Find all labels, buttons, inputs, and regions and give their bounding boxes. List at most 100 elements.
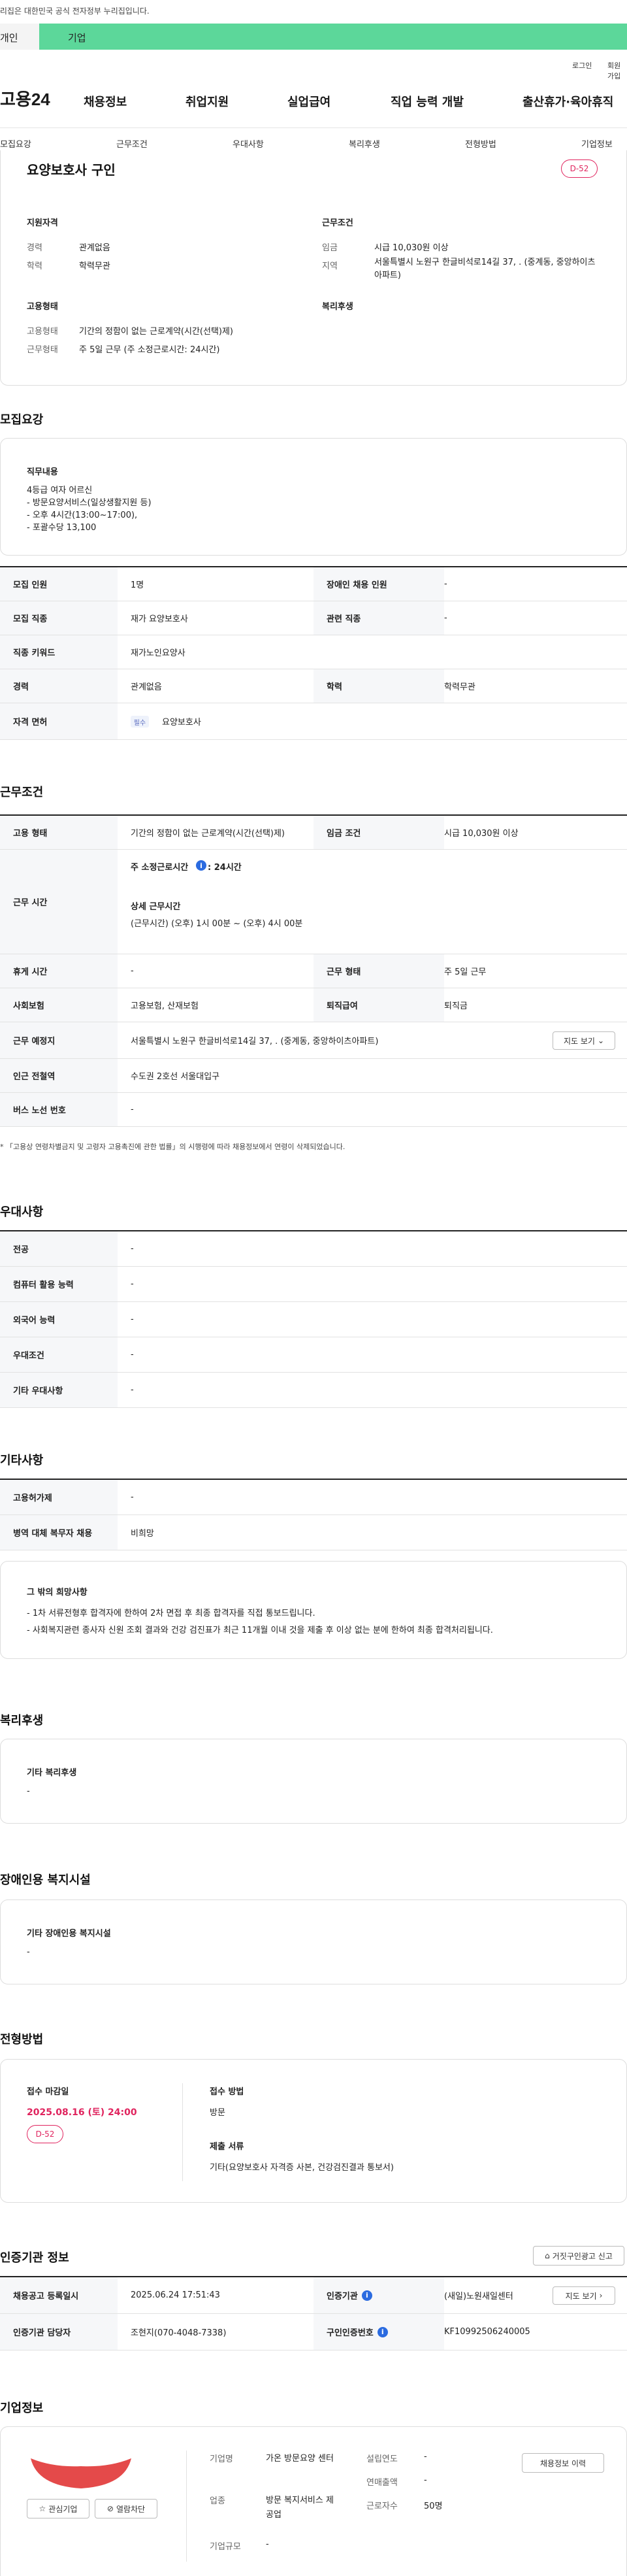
table-row: 경력 관계없음 학력 학력무관 — [0, 669, 627, 703]
gov-banner-text: 이 누리집은 대한민국 공식 전자정부 누리집입니다. — [0, 7, 150, 16]
row-value: 고용보험, 산재보험 — [131, 1001, 199, 1011]
row-label: 인증기관 담당자 — [0, 2314, 118, 2350]
row-label: 근무 형태 — [314, 954, 444, 988]
founded-label: 설립연도 — [366, 2454, 398, 2464]
tab-company[interactable]: 기업 — [39, 24, 627, 50]
worktype-value: 주 5일 근무 (주 소정근로시간: 24시간) — [79, 345, 220, 355]
row-value: - — [444, 613, 447, 623]
wish-line-2: - 사회복지관련 종사자 신원 조회 결과와 건강 검진표가 최근 11개월 이… — [27, 1626, 493, 1635]
row-value: 재가 요양보호사 — [131, 614, 188, 624]
work-heading: 근무조건 — [0, 786, 44, 799]
row-label: 근무 예정지 — [0, 1022, 118, 1058]
gnb-unemployment-benefit[interactable]: 실업급여 — [287, 93, 330, 110]
welfare-section-heading: 복리후생 — [0, 1714, 44, 1728]
recruit-heading: 모집요강 — [0, 413, 44, 427]
age-note: * 「고용상 연령차별금지 및 고령자 고용촉진에 관한 법률」의 시행령에 따… — [0, 1143, 346, 1151]
table-row: 고용허가제 - — [0, 1480, 627, 1515]
row-value: 요양보호사 — [162, 718, 201, 728]
career-label: 경력 — [27, 243, 42, 253]
info-icon[interactable]: i — [196, 860, 206, 871]
row-value: 기간의 정함이 없는 근로계약(시간(선택)제) — [131, 829, 285, 839]
disabled-value: - — [27, 1947, 30, 1957]
table-row: 휴게 시간 - 근무 형태 주 5일 근무 — [0, 954, 627, 988]
map-button-label: 지도 보기 — [563, 1036, 595, 1046]
subnav-work[interactable]: 근무조건 — [116, 137, 148, 150]
welfare-sub: 기타 복리후생 — [27, 1768, 77, 1778]
deadline-dday-badge: D-52 — [27, 2125, 63, 2143]
disabled-sub: 기타 장애인용 복지시설 — [27, 1929, 111, 1939]
row-label: 장애인 채용 인원 — [314, 567, 444, 601]
report-button[interactable]: ⌂ 거짓구인광고 신고 — [533, 2246, 624, 2266]
weekly-hours-label: 주 소정근로시간 — [131, 863, 189, 873]
login-link[interactable]: 로그인 — [572, 60, 592, 71]
pref-heading: 우대사항 — [0, 1205, 44, 1219]
row-value: (새일)노원새일센터 — [444, 2292, 513, 2301]
row-label: 자격 면허 — [0, 703, 118, 739]
duty-heading: 직무내용 — [27, 467, 58, 477]
deadline-value: 2025.08.16 (토) 24:00 — [27, 2107, 137, 2118]
row-value: - — [131, 966, 134, 976]
subnav-selection[interactable]: 전형방법 — [465, 137, 496, 150]
row-value: 비희망 — [131, 1529, 154, 1539]
tab-personal[interactable]: 개인 — [0, 24, 39, 50]
sales-value: - — [424, 2475, 427, 2485]
site-logo[interactable]: 고용24 — [0, 86, 50, 110]
block-button[interactable]: ⊘ 열람차단 — [95, 2499, 157, 2518]
gnb-vocational-training[interactable]: 직업 능력 개발 — [391, 93, 464, 110]
disabled-heading: 장애인용 복지시설 — [0, 1873, 91, 1887]
welfare-heading: 복리후생 — [322, 302, 353, 312]
row-value: - — [131, 1350, 134, 1360]
subnav-welfare[interactable]: 복리후생 — [349, 137, 380, 150]
table-row: 모집 직종 재가 요양보호사 관련 직종 - — [0, 601, 627, 635]
info-icon[interactable]: i — [361, 2290, 372, 2301]
row-label: 버스 노선 번호 — [0, 1093, 118, 1126]
table-row: 자격 면허 필수 요양보호사 — [0, 703, 627, 740]
gnb-parental-leave[interactable]: 출산휴가·육아휴직 — [522, 93, 613, 110]
wish-line-1: - 1차 서류전형후 합격자에 한하여 2차 면접 후 최종 합격자를 직접 통… — [27, 1609, 315, 1618]
row-label: 관련 직종 — [314, 601, 444, 635]
summary-card: 요양보호사 구인 D-52 지원자격 경력 관계없음 학력 학력무관 근무조건 … — [0, 150, 627, 386]
size-label: 기업규모 — [210, 2542, 241, 2552]
subnav-company[interactable]: 기업정보 — [581, 137, 613, 150]
dday-badge: D-52 — [561, 159, 598, 178]
map-button-label: 지도 보기 — [565, 2291, 597, 2301]
row-label: 인근 전철역 — [0, 1059, 118, 1092]
row-value: - — [131, 1105, 134, 1114]
career-value: 관계없음 — [79, 243, 110, 253]
size-value: - — [266, 2539, 269, 2549]
table-row: 컴퓨터 활용 능력 - — [0, 1267, 627, 1302]
row-label: 병역 대체 복무자 채용 — [0, 1515, 118, 1550]
info-icon[interactable]: i — [377, 2326, 388, 2337]
row-value: - — [131, 1385, 134, 1395]
table-row: 근무 시간 주 소정근로시간 i : 24시간 상세 근무시간 (근무시간) (… — [0, 850, 627, 954]
report-button-label: 거짓구인광고 신고 — [552, 2251, 613, 2261]
gnb-jobs[interactable]: 채용정보 — [84, 93, 127, 110]
agency-map-button[interactable]: 지도 보기 › — [553, 2286, 615, 2305]
job-title: 요양보호사 구인 — [27, 162, 116, 178]
row-label: 직종 키워드 — [0, 635, 118, 669]
row-value: - — [131, 1244, 134, 1254]
chevron-down-icon: ⌄ — [597, 1036, 605, 1045]
row-value: KF10992506240005 — [444, 2327, 530, 2337]
duty-card: 직무내용 4등급 여자 어르신 - 방문요양서비스(일상생활지원 등) - 오후… — [0, 438, 627, 556]
duty-text: 4등급 여자 어르신 - 방문요양서비스(일상생활지원 등) - 오후 4시간(… — [27, 486, 152, 533]
weekly-hours-value: : 24시간 — [208, 863, 242, 873]
table-row: 버스 노선 번호 - — [0, 1093, 627, 1127]
fav-button[interactable]: ☆ 관심기업 — [27, 2499, 89, 2518]
table-row: 모집 인원 1명 장애인 채용 인원 - — [0, 567, 627, 601]
edu-label: 학력 — [27, 261, 42, 271]
agency-heading: 인증기관 정보 — [0, 2251, 69, 2265]
join-link[interactable]: 회원가입 — [607, 60, 627, 81]
job-history-button[interactable]: 채용정보 이력 — [522, 2453, 604, 2473]
map-button[interactable]: 지도 보기 ⌄ — [553, 1031, 615, 1050]
wage-value: 시급 10,030원 이상 — [374, 243, 449, 253]
cond-heading: 근무조건 — [322, 218, 353, 228]
gnb-employment-support[interactable]: 취업지원 — [185, 93, 229, 110]
method-label: 접수 방법 — [210, 2087, 244, 2097]
selection-heading: 전형방법 — [0, 2033, 44, 2047]
row-label: 컴퓨터 활용 능력 — [0, 1267, 118, 1301]
subnav-recruit[interactable]: 모집요강 — [0, 137, 31, 150]
edu-value: 학력무관 — [79, 261, 110, 271]
founded-value: - — [424, 2452, 427, 2462]
subnav-pref[interactable]: 우대사항 — [233, 137, 264, 150]
